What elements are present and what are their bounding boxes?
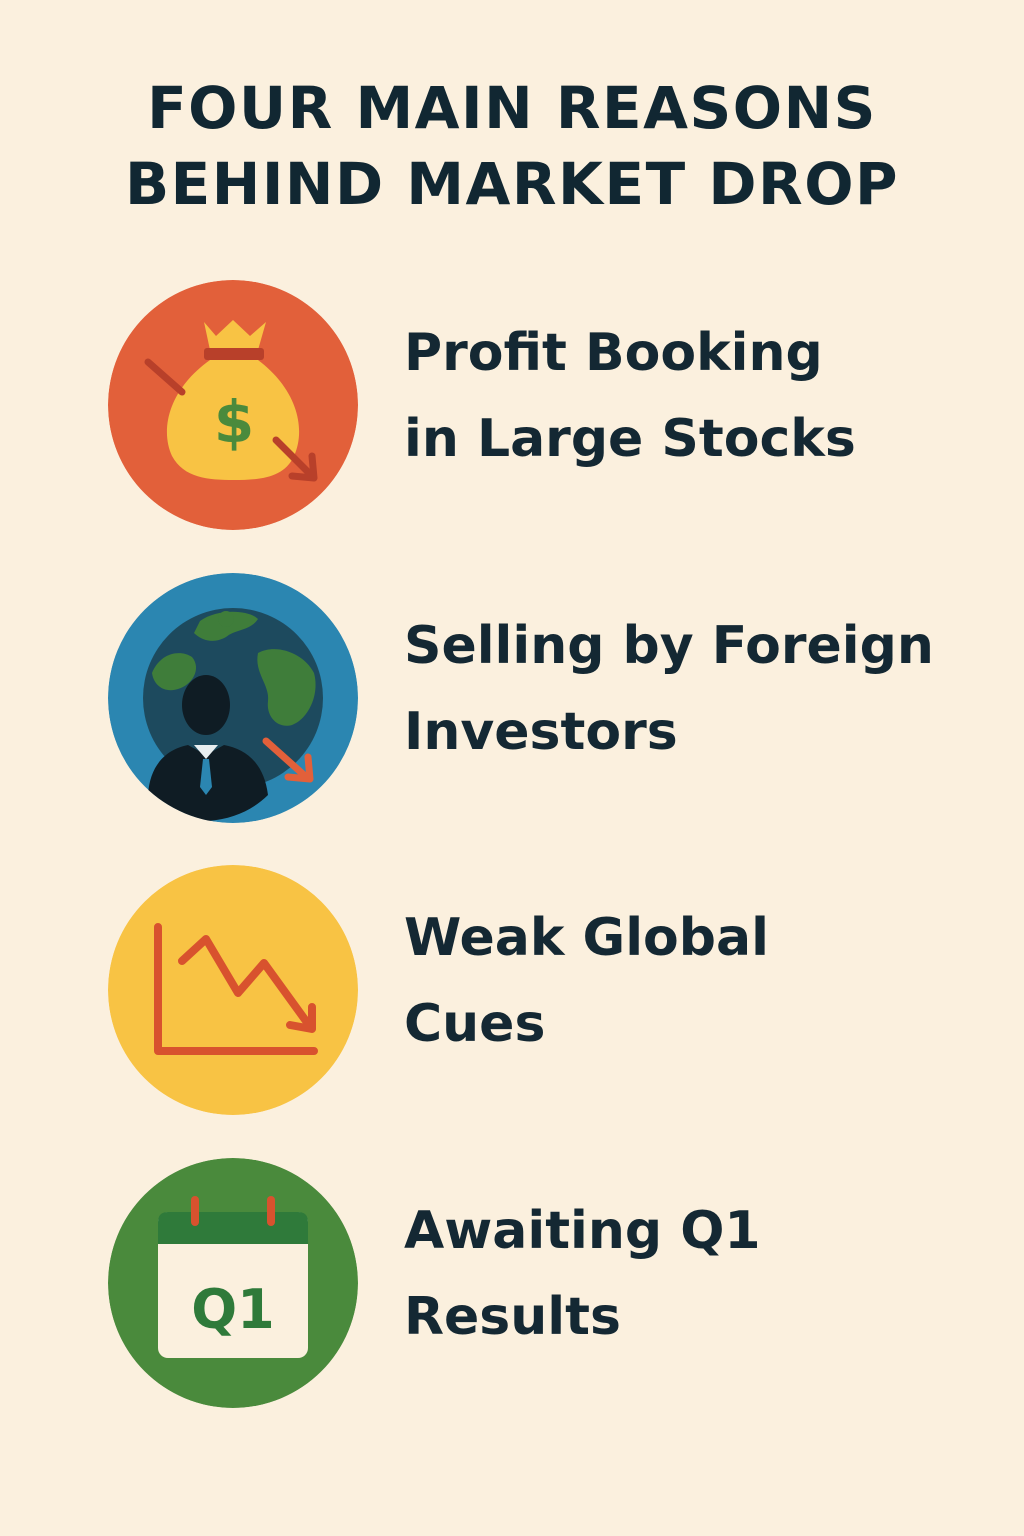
reason-label: Weak Global Cues: [404, 895, 769, 1067]
reason-label-line-2: Results: [404, 1287, 621, 1347]
title-line-2: BEHIND MARKET DROP: [124, 150, 900, 218]
calendar-q1-text: Q1: [191, 1278, 274, 1341]
reason-awaiting-q1: Q1 Awaiting Q1 Results: [108, 1158, 988, 1408]
reason-label: Selling by Foreign Investors: [404, 603, 934, 775]
reason-label-line-2: Investors: [404, 702, 678, 762]
reason-foreign-investors: Selling by Foreign Investors: [108, 573, 988, 823]
reason-label-line-1: Selling by Foreign: [404, 616, 934, 676]
reason-label-line-2: Cues: [404, 994, 546, 1054]
money-bag-icon: $: [108, 280, 358, 530]
reason-label: Awaiting Q1 Results: [404, 1188, 761, 1360]
reason-label: Profit Booking in Large Stocks: [404, 310, 856, 482]
reason-label-line-1: Weak Global: [404, 908, 769, 968]
reason-label-line-1: Awaiting Q1: [404, 1201, 761, 1261]
falling-chart-icon: [108, 865, 358, 1115]
reason-profit-booking: $ Profit Booking in Large Stocks: [108, 280, 988, 530]
svg-text:$: $: [214, 388, 254, 456]
globe-investor-icon: [108, 573, 358, 823]
reason-label-line-1: Profit Booking: [404, 323, 823, 383]
page-title: FOUR MAIN REASONS BEHIND MARKET DROP: [0, 70, 1024, 222]
title-line-1: FOUR MAIN REASONS: [147, 74, 877, 142]
reason-label-line-2: in Large Stocks: [404, 409, 856, 469]
reason-weak-global-cues: Weak Global Cues: [108, 865, 988, 1115]
calendar-icon: Q1: [108, 1158, 358, 1408]
